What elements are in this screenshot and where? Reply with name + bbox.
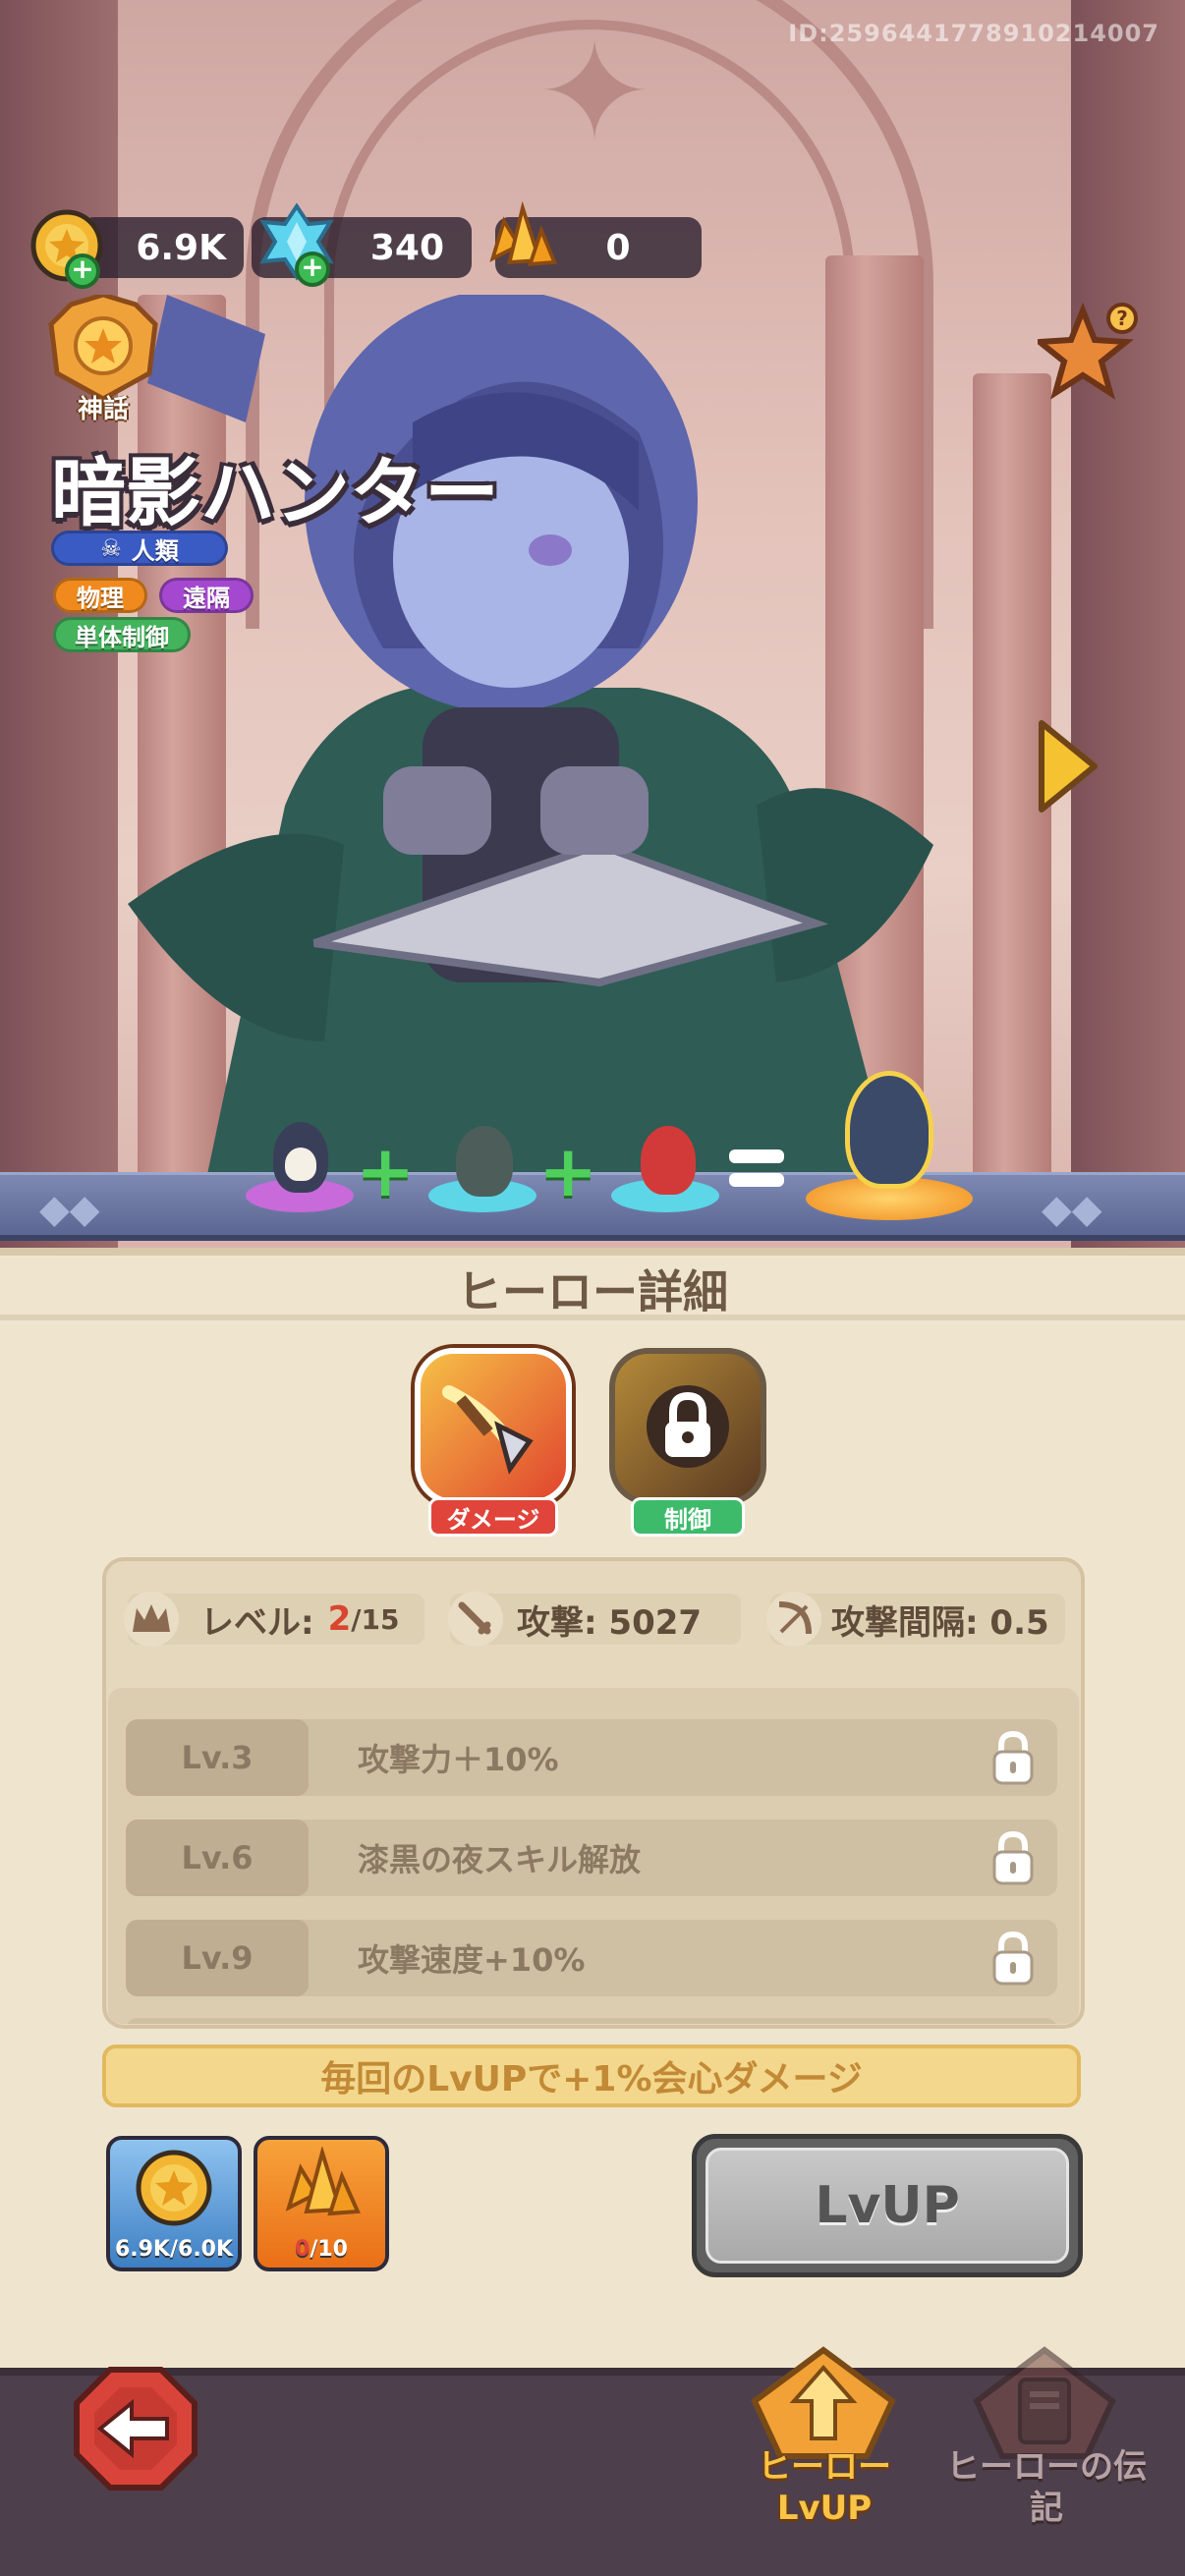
padlock-icon — [990, 1728, 1036, 1787]
crystal-have: 0 — [295, 2237, 310, 2262]
skull-icon: ☠ — [100, 534, 122, 562]
orange-crystal-icon — [285, 2147, 361, 2216]
rarity-label: 神話 — [77, 395, 129, 424]
orange-crystal-icon — [481, 200, 560, 281]
bow-icon — [766, 1592, 821, 1647]
unlock-level: Lv.3 — [126, 1719, 309, 1796]
result-hero-unit[interactable] — [845, 1071, 933, 1189]
level-label: レベル: — [200, 1602, 314, 1643]
plus-sign-icon-2: + — [538, 1130, 598, 1212]
ornament-right-icon: ◆◆ — [1042, 1187, 1102, 1232]
lock-icon — [647, 1385, 729, 1468]
hero-illustration — [128, 295, 933, 1179]
demon-unit[interactable] — [641, 1126, 696, 1195]
hero-showcase: ✦ ID:2596441778910214007 6.9K + 340 + 0 … — [0, 0, 1185, 1248]
knight-unit[interactable] — [456, 1126, 513, 1197]
unlock-row: Lv.6 漆黒の夜スキル解放 — [126, 1820, 1057, 1896]
plus-icon: + — [295, 252, 330, 287]
unlock-row-partial — [126, 2018, 1057, 2024]
star-ornament-icon: ✦ — [536, 13, 652, 173]
crystal-cost-text: 0/10 — [295, 2237, 348, 2262]
favorite-button[interactable]: ? — [1032, 302, 1140, 405]
crystal-cost: 0/10 — [254, 2136, 389, 2271]
unlock-level: Lv.6 — [126, 1820, 309, 1896]
equals-bottom — [729, 1173, 784, 1187]
unlock-row: Lv.9 攻撃速度+10% — [126, 1920, 1057, 1996]
back-arrow-icon — [74, 2367, 198, 2491]
plus-icon: + — [65, 253, 100, 289]
lvup-button[interactable]: LvUP — [692, 2134, 1083, 2277]
gem-amount: 340 — [369, 227, 444, 268]
wall-right — [1071, 0, 1185, 1248]
gold-cost-text: 6.9K/6.0K — [114, 2237, 234, 2262]
padlock-icon — [990, 1828, 1036, 1887]
crystal-amount: 0 — [605, 227, 631, 268]
lvup-bonus-bar: 毎回のLvUPで+1%会心ダメージ — [102, 2044, 1081, 2107]
svg-text:?: ? — [1116, 307, 1128, 330]
level-unlock-list[interactable]: Lv.3 攻撃力＋10% Lv.6 漆黒の夜スキル解放 Lv.9 攻撃速度+10… — [108, 1688, 1079, 2024]
tag-single-control: 単体制御 — [53, 617, 191, 652]
skill-damage-label: ダメージ — [428, 1497, 558, 1537]
rarity-badge: 神話 — [41, 292, 165, 424]
sword-icon — [448, 1592, 503, 1647]
crystal-need: /10 — [310, 2237, 348, 2262]
skill-control-label: 制御 — [631, 1497, 745, 1537]
equals-top — [729, 1149, 784, 1163]
level-max: /15 — [351, 1602, 400, 1636]
player-id: ID:2596441778910214007 — [788, 20, 1159, 47]
race-label: 人類 — [131, 536, 179, 565]
ornament-left-icon: ◆◆ — [39, 1187, 100, 1232]
level-current: 2 — [327, 1599, 352, 1639]
tag-ranged: 遠隔 — [159, 578, 254, 613]
nav-hero-lvup-label: ヒーローLvUP — [758, 2447, 891, 2528]
unlock-level: Lv.9 — [126, 1920, 309, 1996]
gold-add-button[interactable]: + — [28, 206, 106, 289]
next-hero-button[interactable] — [1034, 717, 1102, 815]
title-divider — [0, 1315, 1185, 1320]
arrow-strike-icon — [442, 1385, 534, 1475]
lvup-button-label: LvUP — [705, 2148, 1069, 2264]
hero-name: 暗影ハンター — [51, 449, 499, 536]
skill-damage[interactable] — [415, 1348, 572, 1505]
gold-cost: 6.9K/6.0K — [106, 2136, 242, 2271]
padlock-icon — [990, 1929, 1036, 1988]
nav-hero-lore-label: ヒーローの伝記 — [946, 2447, 1147, 2528]
tag-physical: 物理 — [53, 578, 147, 613]
unlock-text: 攻撃力＋10% — [358, 1741, 559, 1778]
star-help-icon: ? — [1032, 302, 1138, 400]
penguin-belly — [285, 1148, 316, 1181]
crown-icon — [124, 1592, 179, 1647]
gold-coin-icon — [136, 2150, 212, 2226]
crown-badge-icon — [48, 292, 158, 402]
race-tag: ☠ 人類 — [51, 531, 228, 566]
skill-control[interactable] — [609, 1348, 766, 1505]
unlock-text: 攻撃速度+10% — [358, 1941, 586, 1979]
unlock-text: 漆黒の夜スキル解放 — [358, 1841, 642, 1878]
unlock-row: Lv.3 攻撃力＋10% — [126, 1719, 1057, 1796]
gem-add-button[interactable]: + — [257, 202, 336, 287]
arrow-right-icon — [1039, 720, 1098, 812]
gold-amount: 6.9K — [136, 227, 226, 268]
plus-sign-icon: + — [356, 1130, 416, 1212]
back-button[interactable] — [71, 2364, 200, 2493]
